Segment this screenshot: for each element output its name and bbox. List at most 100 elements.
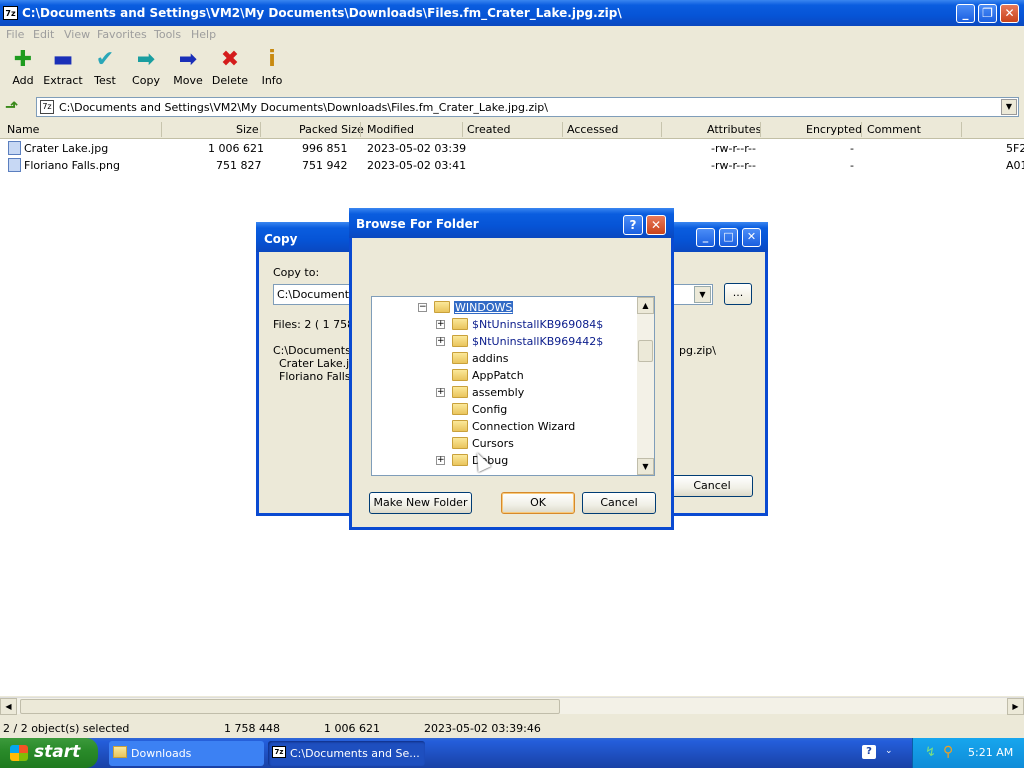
tree-scroll-thumb[interactable] — [638, 340, 653, 362]
folder-up-icon[interactable]: ⬏ — [5, 98, 23, 116]
tree-node-label: $NtUninstallKB969084$ — [472, 318, 604, 331]
tree-node[interactable]: + $NtUninstallKB969084$ — [372, 316, 638, 333]
window-title: C:\Documents and Settings\VM2\My Documen… — [22, 6, 622, 20]
col-created[interactable]: Created — [467, 123, 511, 136]
tree-node[interactable]: + Debug — [372, 452, 638, 469]
tree-node[interactable]: + $NtUninstallKB969442$ — [372, 333, 638, 350]
menu-favorites[interactable]: Favorites — [97, 28, 147, 41]
scroll-thumb[interactable] — [20, 699, 560, 714]
address-input[interactable]: 7z C:\Documents and Settings\VM2\My Docu… — [36, 97, 1019, 117]
system-tray: ↯ ⚲ 5:21 AM — [912, 738, 1024, 768]
copy-minimize-button[interactable]: _ — [696, 228, 715, 247]
col-size[interactable]: Size — [236, 123, 259, 136]
taskbar-item-label: C:\Documents and Se... — [290, 747, 420, 760]
toolbar-test-button[interactable]: ✔ Test — [82, 46, 128, 94]
status-total-size: 1 758 448 — [224, 722, 280, 735]
horizontal-scrollbar[interactable]: ◀ ▶ — [0, 697, 1024, 715]
col-modified[interactable]: Modified — [367, 123, 414, 136]
file-attributes: -rw-r--r-- — [711, 142, 756, 155]
browse-button[interactable]: ... — [724, 283, 752, 305]
copy-to-dropdown-button[interactable]: ▼ — [694, 286, 711, 303]
menu-edit[interactable]: Edit — [33, 28, 54, 41]
expand-icon[interactable]: + — [436, 388, 445, 397]
tree-node-label: Config — [472, 403, 508, 416]
folder-icon — [452, 369, 468, 381]
folder-tree[interactable]: + Debug Cursors Connection Wizard Config + ass… — [371, 296, 655, 476]
file-name: Crater Lake.jpg — [24, 142, 109, 155]
scroll-right-button[interactable]: ▶ — [1007, 698, 1024, 715]
toolbar-copy-button[interactable]: ➡ Copy — [123, 46, 169, 94]
menu-help[interactable]: Help — [191, 28, 216, 41]
tree-node[interactable]: Connection Wizard — [372, 418, 638, 435]
address-dropdown-button[interactable]: ▼ — [1001, 99, 1017, 115]
copy-cancel-button[interactable]: Cancel — [671, 475, 753, 497]
toolbar-label: Delete — [211, 74, 249, 87]
table-row[interactable]: Floriano Falls.png 751 827 751 942 2023-… — [0, 157, 1024, 174]
copy-maximize-button[interactable]: □ — [719, 228, 738, 247]
scroll-left-button[interactable]: ◀ — [0, 698, 17, 715]
col-accessed[interactable]: Accessed — [567, 123, 618, 136]
file-name: Floriano Falls.png — [24, 159, 120, 172]
title-bar[interactable]: 7z C:\Documents and Settings\VM2\My Docu… — [0, 0, 1024, 26]
help-tray-icon[interactable]: ? — [862, 745, 876, 759]
tree-node[interactable]: Cursors — [372, 435, 638, 452]
copy-dialog-title: Copy — [264, 232, 298, 246]
toolbar-delete-button[interactable]: ✖ Delete — [207, 46, 253, 94]
toolbar-label: Copy — [132, 74, 160, 87]
toolbar-move-button[interactable]: ➡ Move — [165, 46, 211, 94]
taskbar-item-7zip[interactable]: 7z C:\Documents and Se... — [268, 741, 425, 766]
toolbar-extract-button[interactable]: ▬ Extract — [40, 46, 86, 94]
collapse-icon[interactable]: − — [418, 303, 427, 312]
col-attributes[interactable]: Attributes — [707, 123, 761, 136]
taskbar: start Downloads 7z C:\Documents and Se..… — [0, 738, 1024, 768]
tree-node-label: Connection Wizard — [472, 420, 576, 433]
browse-dialog-title-bar[interactable]: Browse For Folder ? ✕ — [349, 208, 674, 238]
ok-button[interactable]: OK — [501, 492, 575, 514]
expand-icon[interactable]: + — [436, 320, 445, 329]
tree-vertical-scrollbar[interactable]: ▲ ▼ — [637, 297, 654, 475]
tree-node[interactable]: AppPatch — [372, 367, 638, 384]
windows-logo-icon — [10, 745, 28, 761]
file-crc: 5F2 — [1006, 142, 1024, 155]
start-label: start — [34, 742, 81, 762]
tree-node[interactable]: addins — [372, 350, 638, 367]
col-name[interactable]: Name — [7, 123, 39, 136]
menu-view[interactable]: View — [64, 28, 90, 41]
network-icon[interactable]: ↯ — [925, 745, 936, 760]
col-comment[interactable]: Comment — [867, 123, 921, 136]
browse-cancel-button[interactable]: Cancel — [582, 492, 656, 514]
browse-folder-dialog: Browse For Folder ? ✕ + Debug Cursors Conne… — [349, 208, 674, 530]
close-button[interactable]: ✕ — [1000, 4, 1019, 23]
menu-file[interactable]: File — [6, 28, 24, 41]
expand-icon[interactable]: + — [436, 456, 445, 465]
help-button[interactable]: ? — [623, 215, 643, 235]
folder-icon — [452, 437, 468, 449]
menu-tools[interactable]: Tools — [154, 28, 181, 41]
toolbar-info-button[interactable]: i Info — [249, 46, 295, 94]
arrow-right-icon: ➡ — [136, 47, 156, 72]
taskbar-item-downloads[interactable]: Downloads — [109, 741, 264, 766]
app-icon: 7z — [3, 6, 18, 20]
table-row[interactable]: Crater Lake.jpg 1 006 621 996 851 2023-0… — [0, 140, 1024, 157]
clock: 5:21 AM — [968, 746, 1014, 759]
copy-close-button[interactable]: ✕ — [742, 228, 761, 247]
tree-node[interactable]: − WINDOWS — [372, 299, 638, 316]
file-packed-size: 751 942 — [302, 159, 348, 172]
make-new-folder-button[interactable]: Make New Folder — [369, 492, 472, 514]
tree-node-label: $NtUninstallKB969442$ — [472, 335, 604, 348]
expand-tray-icon[interactable]: ⌄ — [885, 746, 893, 756]
browse-close-button[interactable]: ✕ — [646, 215, 666, 235]
col-packed-size[interactable]: Packed Size — [299, 123, 364, 136]
tree-scroll-up-button[interactable]: ▲ — [637, 297, 654, 314]
restore-button[interactable]: ❐ — [978, 4, 997, 23]
expand-icon[interactable]: + — [436, 337, 445, 346]
col-encrypted[interactable]: Encrypted — [806, 123, 862, 136]
address-bar: ⬏ 7z C:\Documents and Settings\VM2\My Do… — [0, 96, 1024, 118]
tree-scroll-down-button[interactable]: ▼ — [637, 458, 654, 475]
file-size: 751 827 — [216, 159, 262, 172]
tree-node[interactable]: Config — [372, 401, 638, 418]
search-icon[interactable]: ⚲ — [943, 744, 953, 760]
minimize-button[interactable]: _ — [956, 4, 975, 23]
tree-node[interactable]: + assembly — [372, 384, 638, 401]
start-button[interactable]: start — [0, 738, 98, 768]
